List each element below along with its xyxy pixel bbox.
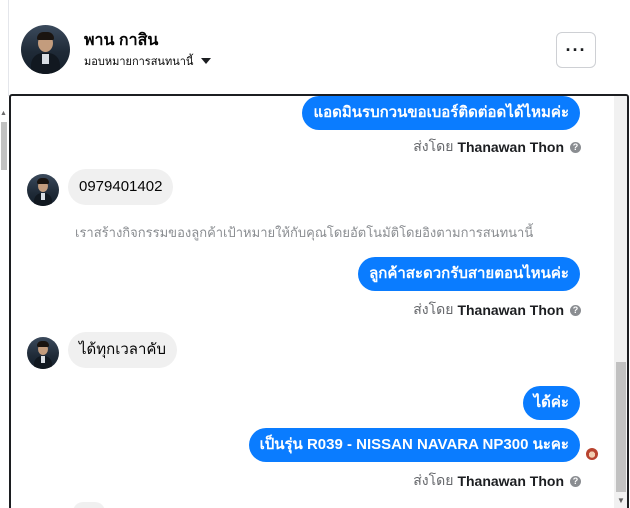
scroll-down-arrow-icon[interactable]: ▼ (617, 496, 625, 505)
assign-conversation-dropdown[interactable]: มอบหมายการสนทนานี้ (84, 52, 212, 70)
system-note: เราสร้างกิจกรรมของลูกค้าเป้าหมายให้กับคุ… (75, 225, 534, 240)
sent-by-prefix: ส่งโดย (413, 472, 454, 488)
outgoing-message[interactable]: เป็นรุ่น R039 - NISSAN NAVARA NP300 นะคะ (248, 428, 580, 462)
contact-avatar[interactable] (21, 25, 70, 74)
sent-by-agent: Thanawan Thon (457, 473, 564, 489)
sent-by-label: ส่งโดย Thanawan Thon ? (413, 136, 581, 158)
contact-name[interactable]: พาน กาสิน (84, 28, 158, 53)
question-circle-icon[interactable]: ? (570, 141, 581, 153)
ellipsis-icon: ··· (565, 40, 587, 60)
incoming-message[interactable]: 0979401402 (68, 169, 174, 205)
question-circle-icon[interactable]: ? (570, 304, 581, 316)
outer-scrollbar[interactable]: ▲ (0, 0, 8, 508)
scroll-up-arrow-icon[interactable]: ▲ (0, 110, 7, 118)
outgoing-message[interactable]: แอดมินรบกวนขอเบอร์ติดต่อดได้ไหมค่ะ (302, 96, 580, 130)
sent-by-agent: Thanawan Thon (457, 302, 564, 318)
sent-by-prefix: ส่งโดย (413, 138, 454, 154)
outgoing-message[interactable]: ได้ค่ะ (522, 386, 580, 420)
question-circle-icon[interactable]: ? (570, 475, 581, 487)
contact-avatar-small[interactable] (27, 174, 59, 206)
sent-by-label: ส่งโดย Thanawan Thon ? (413, 299, 581, 321)
thread-scrollbar[interactable]: ▼ (614, 96, 627, 508)
thread-scrollbar-thumb[interactable] (616, 362, 626, 492)
next-message-bubble (73, 502, 105, 508)
incoming-message[interactable]: ได้ทุกเวลาคับ (68, 332, 177, 368)
outer-scrollbar-thumb[interactable] (1, 122, 7, 170)
outgoing-message[interactable]: ลูกค้าสะดวกรับสายตอนไหนค่ะ (358, 257, 580, 291)
assign-label: มอบหมายการสนทนานี้ (84, 56, 194, 68)
caret-down-icon (201, 58, 212, 64)
sent-by-label: ส่งโดย Thanawan Thon ? (413, 470, 581, 492)
seen-by-avatar (584, 446, 600, 462)
conversation-header: พาน กาสิน มอบหมายการสนทนานี้ ··· (9, 0, 630, 94)
sent-by-prefix: ส่งโดย (413, 301, 454, 317)
more-options-button[interactable]: ··· (556, 32, 596, 68)
sent-by-agent: Thanawan Thon (457, 139, 564, 155)
message-thread: ▼ แอดมินรบกวนขอเบอร์ติดต่อดได้ไหมค่ะ ส่ง… (9, 94, 629, 508)
contact-avatar-small[interactable] (27, 337, 59, 369)
